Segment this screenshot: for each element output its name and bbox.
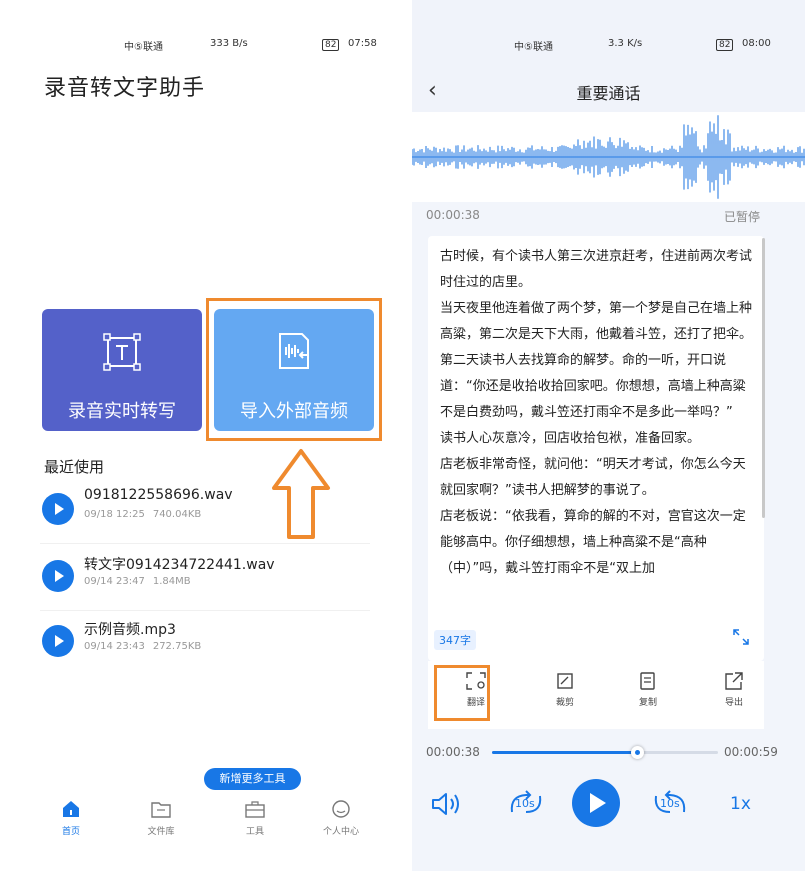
nav-tools-label: 工具 [245, 827, 264, 837]
recent-section-title: 最近使用 [44, 458, 105, 476]
playback-state: 已暂停 [724, 210, 761, 224]
forward-button[interactable]: 10s [652, 790, 688, 816]
file-name: 0918122558696.wav [84, 487, 233, 503]
nav-home-label: 首页 [61, 827, 80, 837]
total-time: 00:00:59 [724, 745, 778, 759]
nav-files[interactable]: 文件库 [126, 800, 196, 837]
play-icon[interactable] [42, 560, 74, 592]
file-date: 09/18 12:25 [84, 509, 145, 520]
status-net-speed: 333 B/s [210, 38, 248, 49]
more-tools-button[interactable]: 新增更多工具 [204, 768, 301, 790]
export-button[interactable]: 导出 [704, 671, 764, 708]
file-meta: 09/14 23:43 272.75KB [84, 641, 209, 652]
current-time: 00:00:38 [426, 208, 480, 222]
transcript-paragraph: 当天夜里他连着做了两个梦，第一个梦是自己在墙上种高粱，第二次是天下大雨，他戴着斗… [440, 301, 753, 342]
highlight-box-import [206, 298, 382, 441]
play-button[interactable] [572, 779, 620, 827]
status-carrier: 中⑤联通 [514, 42, 553, 53]
seek-bar[interactable] [492, 746, 718, 759]
nav-tools[interactable]: 工具 [220, 800, 290, 837]
play-icon[interactable] [42, 625, 74, 657]
nav-home[interactable]: 首页 [36, 800, 106, 837]
export-icon [725, 672, 743, 690]
rewind-label: 10s [515, 797, 535, 810]
seek-progress [492, 751, 637, 754]
file-row[interactable]: 转文字0914234722441.wav 09/14 23:47 1.84MB [40, 550, 370, 611]
nav-profile[interactable]: 个人中心 [306, 800, 376, 837]
file-size: 272.75KB [152, 641, 202, 652]
nav-profile-label: 个人中心 [322, 827, 359, 837]
realtime-transcribe-tile[interactable]: 录音实时转写 [42, 309, 202, 431]
status-net-speed: 3.3 K/s [608, 38, 643, 49]
folder-icon [151, 802, 171, 818]
page-title: 重要通话 [576, 84, 641, 103]
battery-icon: 82 [322, 39, 340, 51]
crop-icon [557, 673, 573, 689]
export-label: 导出 [724, 698, 743, 708]
forward-label: 10s [660, 797, 680, 810]
toolbox-icon [245, 801, 265, 818]
status-time: 08:00 [742, 38, 771, 49]
copy-label: 复制 [638, 698, 657, 708]
seek-thumb[interactable] [630, 746, 644, 759]
file-meta: 09/14 23:47 1.84MB [84, 576, 199, 587]
file-row[interactable]: 示例音频.mp3 09/14 23:43 272.75KB [40, 615, 370, 675]
expand-icon[interactable] [732, 628, 750, 646]
right-phone-screen: 中⑤联通 3.3 K/s 82 08:00 ‹ 重要通话 00:00:38 已暂… [412, 0, 805, 871]
status-carrier: 中⑤联通 [124, 42, 163, 53]
waveform [412, 112, 805, 202]
status-time: 07:58 [348, 38, 377, 49]
play-icon[interactable] [42, 493, 74, 525]
transcript-card[interactable]: 古时候，有个读书人第三次进京赶考，住进前两次考试时住过的店里。 当天夜里他连着做… [428, 236, 764, 661]
file-row[interactable]: 0918122558696.wav 09/18 12:25 740.04KB [40, 483, 370, 544]
file-size: 740.04KB [152, 509, 202, 520]
realtime-transcribe-label: 录音实时转写 [68, 401, 176, 422]
app-title: 录音转文字助手 [44, 76, 206, 101]
text-frame-icon [103, 333, 141, 371]
transcript-scrollbar[interactable] [762, 238, 765, 518]
char-count-badge: 347字 [434, 630, 476, 650]
rewind-button[interactable]: 10s [508, 790, 544, 816]
file-name: 示例音频.mp3 [84, 622, 176, 638]
transcript-paragraph: 第二天读书人去找算命的解梦。命的一听，开口说道：“你还是收拾收拾回家吧。你想想，… [440, 353, 746, 420]
audio-waveform [412, 115, 805, 199]
highlight-box-translate [434, 665, 490, 721]
elapsed-time: 00:00:38 [426, 745, 480, 759]
transcript-paragraph: 读书人心灰意冷，回店收拾包袱，准备回家。 [440, 431, 701, 446]
crop-button[interactable]: 裁剪 [535, 671, 595, 708]
file-date: 09/14 23:47 [84, 576, 145, 587]
nav-files-label: 文件库 [147, 827, 175, 837]
file-meta: 09/18 12:25 740.04KB [84, 509, 209, 520]
transcript-paragraph: 店老板说：“依我看，算命的解的不对，宫官这次一定能够高中。你仔细想想，墙上种高粱… [440, 509, 746, 576]
transcript-paragraph: 古时候，有个读书人第三次进京赶考，住进前两次考试时住过的店里。 [440, 249, 753, 290]
battery-icon: 82 [716, 39, 734, 51]
volume-icon[interactable] [430, 790, 464, 818]
crop-label: 裁剪 [555, 698, 574, 708]
home-icon [63, 801, 79, 817]
play-icon [590, 793, 606, 813]
copy-button[interactable]: 复制 [618, 671, 678, 708]
left-phone-screen: 中⑤联通 333 B/s 82 07:58 录音转文字助手 录音实时转写 导入外… [0, 0, 402, 871]
smiley-icon [332, 800, 350, 818]
file-name: 转文字0914234722441.wav [84, 557, 275, 573]
copy-icon [640, 672, 655, 690]
playback-speed[interactable]: 1x [730, 794, 751, 814]
file-date: 09/14 23:43 [84, 641, 145, 652]
file-size: 1.84MB [152, 576, 191, 587]
transcript-paragraph: 店老板非常奇怪，就问他：“明天才考试，你怎么今天就回家啊？”读书人把解梦的事说了… [440, 457, 746, 498]
